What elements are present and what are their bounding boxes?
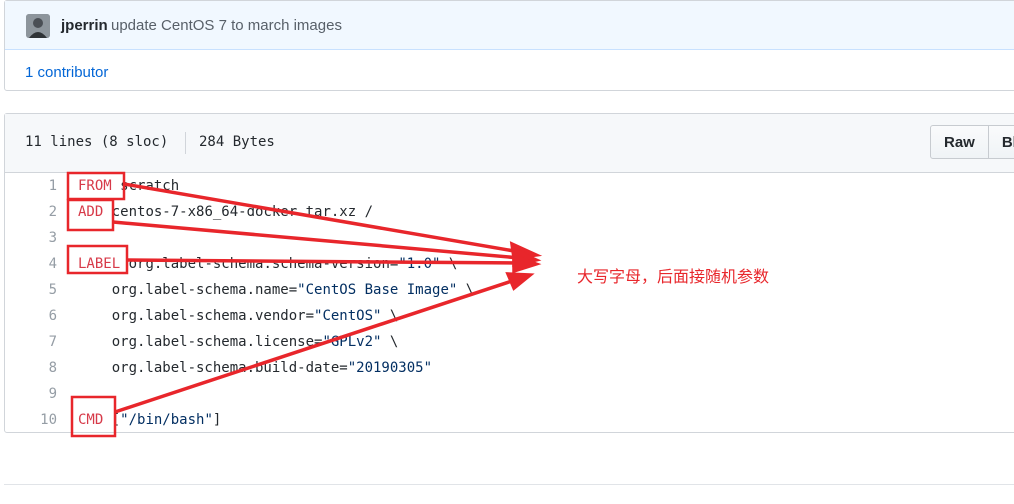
dockerfile-keyword: ADD — [78, 204, 104, 220]
line-number[interactable]: 4 — [5, 251, 57, 277]
code-text: org.label-schema.schema-version= — [120, 256, 399, 272]
dockerfile-keyword: FROM — [78, 178, 112, 194]
string-literal: "CentOS" — [314, 308, 382, 324]
line-content: org.label-schema.name="CentOS Base Image… — [78, 277, 474, 303]
line-number[interactable]: 3 — [5, 225, 57, 251]
line-number[interactable]: 9 — [5, 381, 57, 407]
string-literal: "/bin/bash" — [120, 412, 213, 428]
code-text: org.label-schema.name= — [78, 282, 298, 298]
line-number[interactable]: 2 — [5, 199, 57, 225]
file-header: 11 lines (8 sloc) 284 Bytes Raw Bl — [5, 114, 1014, 173]
line-content: ADD centos-7-x86_64-docker.tar.xz / — [78, 199, 373, 225]
line-content: FROM scratch — [78, 173, 179, 199]
line-number[interactable]: 6 — [5, 303, 57, 329]
latest-commit-bar: jperrin update CentOS 7 to march images — [5, 1, 1014, 50]
commit-author-link[interactable]: jperrin — [61, 17, 108, 34]
code-text: org.label-schema.license= — [78, 334, 323, 350]
line-number[interactable]: 7 — [5, 329, 57, 355]
code-tail: \ — [457, 282, 475, 298]
line-number[interactable]: 1 — [5, 173, 57, 199]
file-viewer: 11 lines (8 sloc) 284 Bytes Raw Bl 1 FROM… — [4, 113, 1014, 433]
code-listing: 1 FROM scratch 2 ADD centos-7-x86_64-docker… — [5, 173, 1014, 433]
string-literal: "GPLv2" — [322, 334, 382, 350]
code-tail: \ — [440, 256, 458, 272]
file-line-count: 11 lines (8 sloc) — [25, 134, 169, 150]
file-actions: Raw Bl — [930, 125, 1014, 159]
commit-info-box: jperrin update CentOS 7 to march images … — [4, 0, 1014, 91]
line-content: LABEL org.label-schema.schema-version="1… — [78, 251, 457, 277]
line-content: CMD ["/bin/bash"] — [78, 407, 221, 433]
header-divider — [185, 132, 186, 154]
author-avatar[interactable] — [26, 14, 50, 38]
commit-message-link[interactable]: update CentOS 7 to march images — [111, 17, 342, 34]
line-number[interactable]: 10 — [5, 407, 57, 433]
line-content: org.label-schema.vendor="CentOS" \ — [78, 303, 399, 329]
contributors-link[interactable]: 1 contributor — [25, 64, 108, 81]
code-text: scratch — [111, 178, 180, 194]
code-text: centos-7-x86_64-docker.tar.xz / — [103, 204, 374, 220]
code-text: org.label-schema.build-date= — [78, 360, 348, 376]
string-literal: "20190305" — [347, 360, 433, 376]
code-text: [ — [103, 412, 121, 428]
code-tail: ] — [212, 412, 222, 428]
line-number[interactable]: 5 — [5, 277, 57, 303]
raw-button[interactable]: Raw — [930, 125, 989, 159]
dockerfile-keyword: CMD — [78, 412, 104, 428]
line-number[interactable]: 8 — [5, 355, 57, 381]
line-content: org.label-schema.build-date="20190305" — [78, 355, 432, 381]
code-tail: \ — [381, 308, 399, 324]
file-size: 284 Bytes — [199, 134, 275, 150]
string-literal: "1.0" — [398, 256, 441, 272]
string-literal: "CentOS Base Image" — [297, 282, 458, 298]
dockerfile-keyword: LABEL — [78, 256, 121, 272]
line-content: org.label-schema.license="GPLv2" \ — [78, 329, 399, 355]
bottom-divider — [4, 484, 1014, 485]
blame-button[interactable]: Bl — [988, 125, 1014, 159]
annotation-note: 大写字母，后面接随机参数 — [577, 267, 770, 286]
code-text: org.label-schema.vendor= — [78, 308, 315, 324]
code-tail: \ — [381, 334, 399, 350]
